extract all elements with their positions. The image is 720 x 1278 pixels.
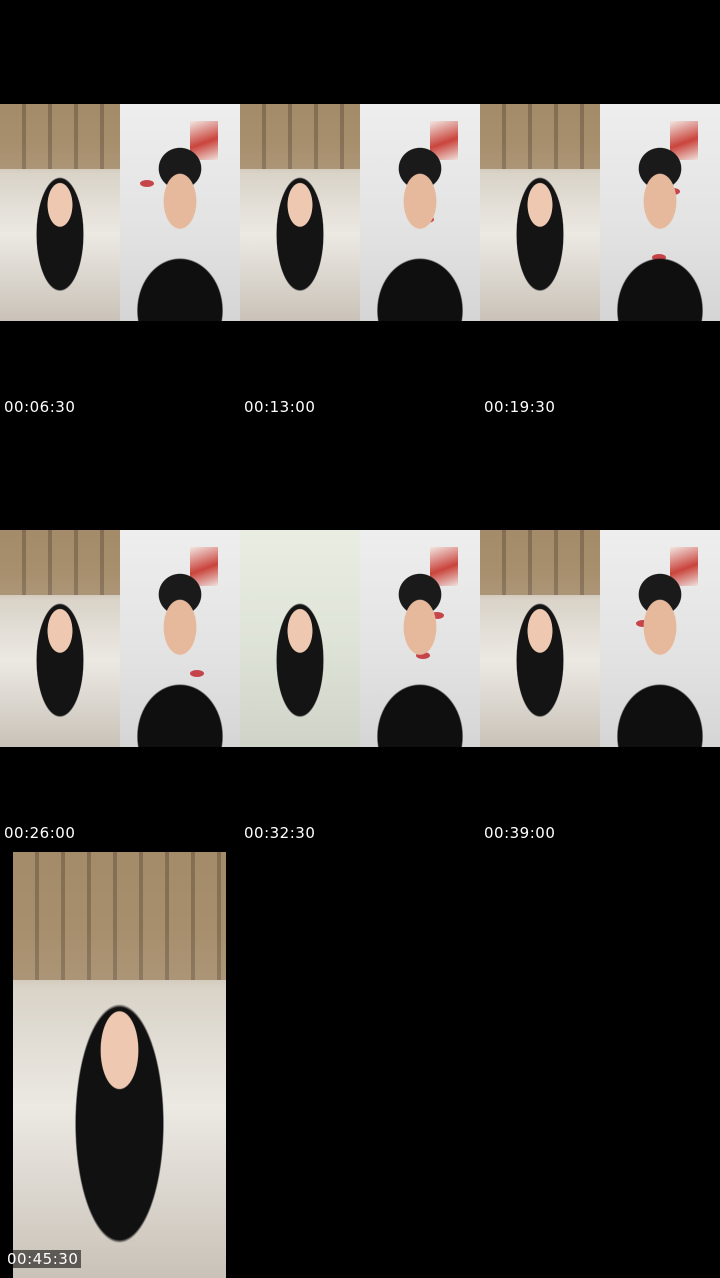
lip-print-sticker [416, 652, 430, 659]
thumbnail-frame-13[interactable] [13, 852, 226, 1278]
lip-print-sticker [140, 180, 154, 187]
timestamp-label: 00:19:30 [484, 398, 556, 416]
lip-print-sticker [430, 612, 444, 619]
lip-print-sticker [168, 612, 182, 619]
thumbnail-frame-2[interactable] [120, 104, 240, 321]
lip-print-sticker [168, 208, 182, 215]
timestamp-label: 00:13:00 [244, 398, 316, 416]
thumbnail-frame-4[interactable] [360, 104, 480, 321]
thumbnail-frame-8[interactable] [120, 530, 240, 747]
timestamp-label: 00:45:30 [4, 1250, 82, 1268]
thumbnail-frame-6[interactable] [600, 104, 720, 321]
lip-print-sticker [636, 620, 650, 627]
thumbnail-frame-10[interactable] [360, 530, 480, 747]
lip-print-sticker [190, 670, 204, 677]
thumbnail-frame-11[interactable] [480, 530, 600, 747]
thumbnail-frame-7[interactable] [0, 530, 120, 747]
timestamp-label: 00:06:30 [4, 398, 76, 416]
lip-print-sticker [666, 188, 680, 195]
thumbnail-frame-3[interactable] [240, 104, 360, 321]
lip-print-sticker [404, 176, 418, 183]
lip-print-sticker [652, 254, 666, 261]
thumbnail-frame-5[interactable] [480, 104, 600, 321]
thumbnail-frame-1[interactable] [0, 104, 120, 321]
thumbnail-frame-9[interactable] [240, 530, 360, 747]
lip-print-sticker [420, 216, 434, 223]
timestamp-label: 00:32:30 [244, 824, 316, 842]
thumbnail-frame-12[interactable] [600, 530, 720, 747]
timestamp-label: 00:39:00 [484, 824, 556, 842]
timestamp-label: 00:26:00 [4, 824, 76, 842]
